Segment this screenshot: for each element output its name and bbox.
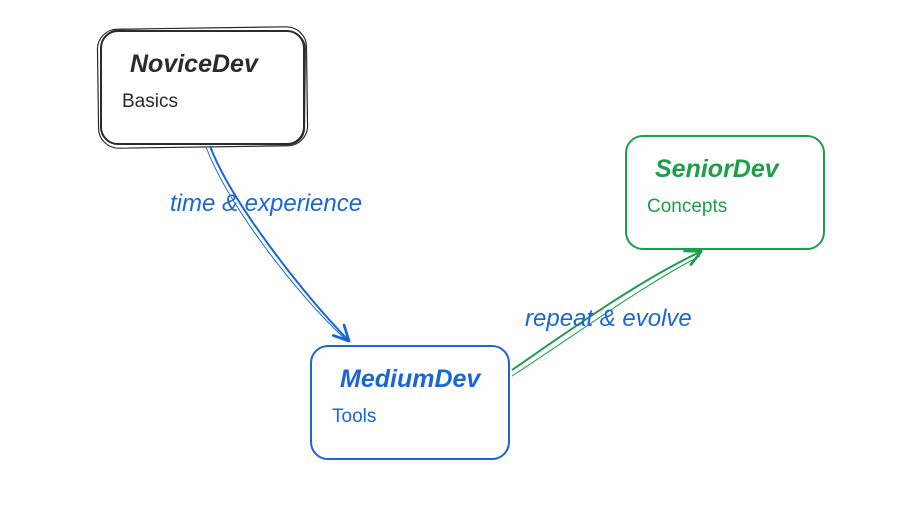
edge-label-novice-to-medium: time & experience: [170, 190, 362, 218]
edge-label-medium-to-senior: repeat & evolve: [525, 305, 692, 333]
diagram-canvas: NoviceDev Basics MediumDev Tools SeniorD…: [0, 0, 912, 506]
node-medium-subtitle: Tools: [332, 406, 490, 428]
node-novice: NoviceDev Basics: [100, 30, 305, 145]
edge-novice-to-medium: [210, 146, 348, 340]
node-senior-title: SeniorDev: [655, 155, 805, 184]
node-senior-subtitle: Concepts: [647, 196, 805, 218]
edge-novice-to-medium-sketch: [206, 147, 344, 338]
node-novice-subtitle: Basics: [122, 91, 285, 113]
node-medium-title: MediumDev: [340, 365, 490, 394]
node-medium: MediumDev Tools: [310, 345, 510, 460]
node-novice-title: NoviceDev: [130, 50, 285, 79]
node-senior: SeniorDev Concepts: [625, 135, 825, 250]
